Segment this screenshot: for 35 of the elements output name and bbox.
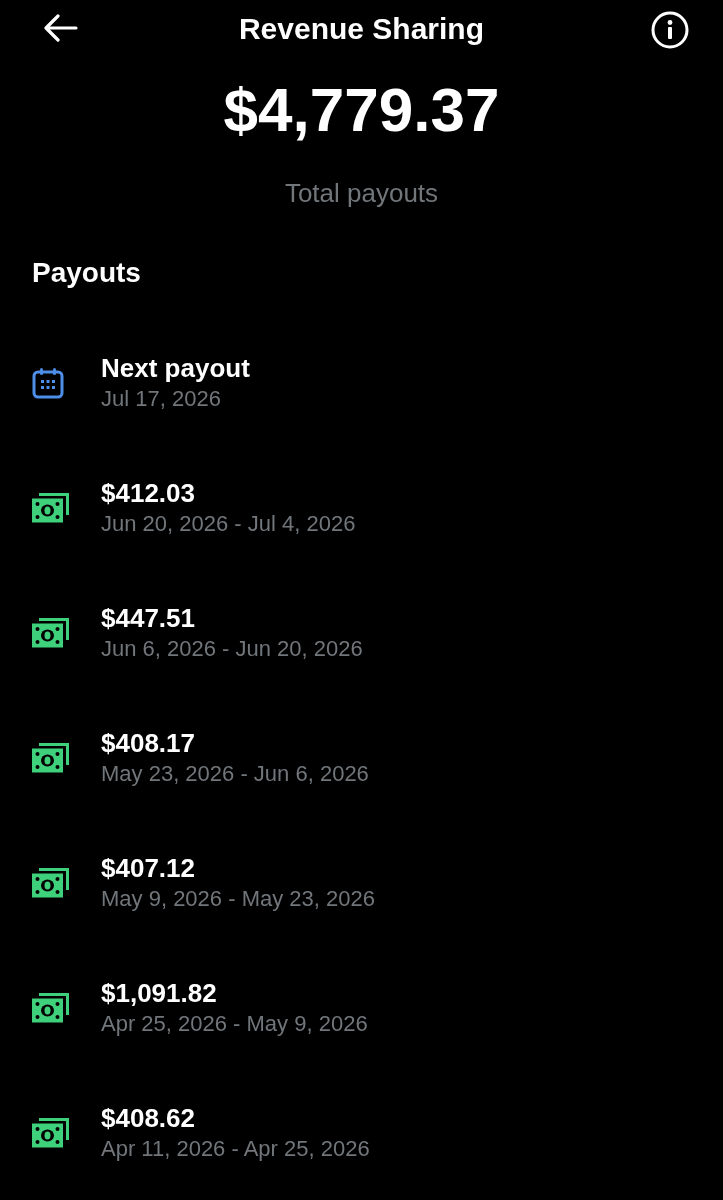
banknotes-icon bbox=[32, 492, 70, 523]
payout-title: $447.51 bbox=[101, 601, 196, 634]
payout-title: $412.03 bbox=[101, 476, 196, 509]
payout-period: Jun 20, 2026 - Jul 4, 2026 bbox=[101, 509, 356, 538]
payout-row[interactable]: $408.17 May 23, 2026 - Jun 6, 2026 bbox=[0, 695, 723, 820]
payout-title: Next payout bbox=[101, 351, 250, 384]
payout-row[interactable]: $447.51 Jun 6, 2026 - Jun 20, 2026 bbox=[0, 570, 723, 695]
payout-title: $408.17 bbox=[101, 726, 196, 759]
page-title: Revenue Sharing bbox=[238, 11, 485, 47]
back-arrow-icon bbox=[44, 14, 78, 42]
info-button[interactable] bbox=[649, 9, 691, 51]
payout-row[interactable]: $412.03 Jun 20, 2026 - Jul 4, 2026 bbox=[0, 445, 723, 570]
payout-period: Apr 25, 2026 - May 9, 2026 bbox=[101, 1009, 368, 1038]
payout-row[interactable]: $1,091.82 Apr 25, 2026 - May 9, 2026 bbox=[0, 945, 723, 1070]
total-amount: $4,779.37 bbox=[223, 74, 500, 146]
payout-row[interactable]: $407.12 May 9, 2026 - May 23, 2026 bbox=[0, 820, 723, 945]
payout-period: May 23, 2026 - Jun 6, 2026 bbox=[101, 759, 369, 788]
total-label: Total payouts bbox=[284, 177, 439, 209]
banknotes-icon bbox=[32, 992, 70, 1023]
payout-period: Jul 17, 2026 bbox=[101, 384, 222, 413]
payout-row[interactable]: Next payout Jul 17, 2026 bbox=[0, 320, 723, 445]
payout-period: Jun 6, 2026 - Jun 20, 2026 bbox=[101, 634, 363, 663]
info-icon bbox=[651, 11, 689, 49]
banknotes-icon bbox=[32, 1117, 70, 1148]
calendar-icon bbox=[32, 366, 64, 399]
payout-title: $1,091.82 bbox=[101, 976, 218, 1009]
section-heading: Payouts bbox=[32, 256, 142, 290]
banknotes-icon bbox=[32, 742, 70, 773]
payout-row[interactable]: $408.62 Apr 11, 2026 - Apr 25, 2026 bbox=[0, 1070, 723, 1195]
payout-period: May 9, 2026 - May 23, 2026 bbox=[101, 884, 375, 913]
payout-title: $407.12 bbox=[101, 851, 196, 884]
payout-title: $408.62 bbox=[101, 1101, 196, 1134]
banknotes-icon bbox=[32, 617, 70, 648]
banknotes-icon bbox=[32, 867, 70, 898]
payout-period: Apr 11, 2026 - Apr 25, 2026 bbox=[101, 1134, 370, 1163]
